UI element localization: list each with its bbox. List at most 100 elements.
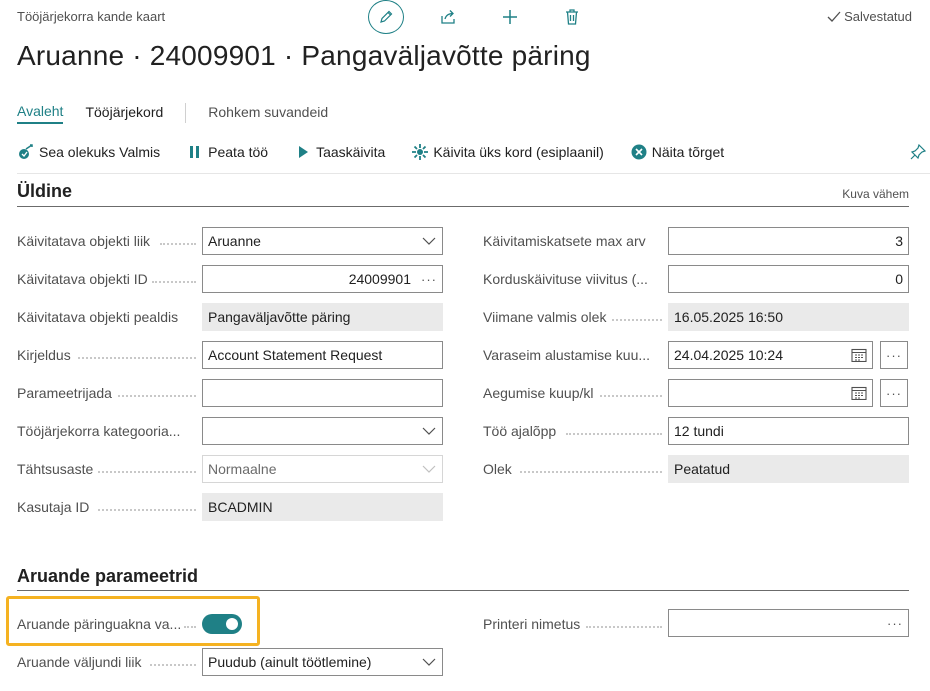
output-type-select[interactable]: Puudub (ainult töötlemine) (202, 648, 443, 676)
trash-icon (566, 9, 578, 25)
set-ready-button[interactable]: Sea olekuks Valmis (17, 143, 160, 161)
parameter-string-input[interactable] (202, 379, 443, 407)
ellipsis-icon: ··· (886, 385, 902, 401)
user-id-label: Kasutaja ID (17, 499, 90, 515)
show-less-link[interactable]: Kuva vähem (842, 187, 909, 201)
tab-job-queue[interactable]: Tööjärjekord (85, 104, 163, 123)
earliest-start-input[interactable]: 24.04.2025 10:24 (668, 341, 873, 369)
pause-label: Peata töö (208, 144, 269, 160)
dots (612, 319, 662, 321)
pause-icon (186, 143, 204, 161)
status-field: Peatatud (668, 455, 909, 483)
pause-button[interactable]: Peata töö (186, 143, 268, 161)
lookup-ellipsis-icon[interactable]: ··· (887, 616, 903, 631)
object-id-value: 24009901 (348, 271, 411, 287)
last-ready-value: 16.05.2025 16:50 (674, 309, 783, 325)
action-bar-divider (17, 173, 930, 174)
rerun-delay-label: Korduskäivituse viivitus (... (483, 271, 648, 287)
add-button[interactable] (492, 0, 528, 34)
user-id-field: BCADMIN (202, 493, 443, 521)
page-title: Aruanne · 24009901 · Pangaväljavõtte pär… (17, 40, 591, 71)
general-section-divider (17, 206, 909, 207)
dots (118, 395, 196, 397)
max-attempts-label: Käivitamiskatsete max arv (483, 233, 646, 249)
ellipsis-icon: ··· (886, 347, 902, 363)
restart-button[interactable]: Taaskäivita (294, 143, 385, 161)
tab-more-options[interactable]: Rohkem suvandeid (208, 104, 328, 123)
status-value: Peatatud (674, 461, 731, 477)
earliest-start-value: 24.04.2025 10:24 (674, 347, 783, 363)
pencil-icon (380, 10, 393, 23)
top-actions (368, 0, 616, 34)
last-ready-field: 16.05.2025 16:50 (668, 303, 909, 331)
object-caption-field: Pangaväljavõtte päring (202, 303, 443, 331)
general-section-title[interactable]: Üldine (17, 181, 72, 202)
dots (150, 664, 196, 666)
timeout-input[interactable]: 12 tundi (668, 417, 909, 445)
chevron-down-icon (421, 658, 437, 666)
dots (98, 509, 196, 511)
object-type-value: Aruanne (208, 233, 261, 249)
last-ready-label: Viimane valmis olek (483, 309, 607, 325)
tab-separator (185, 103, 187, 123)
expiration-label: Aegumise kuup/kl (483, 385, 594, 401)
dots (160, 243, 196, 245)
printer-label: Printeri nimetus (483, 616, 581, 632)
object-id-label: Käivitatava objekti ID (17, 271, 148, 287)
error-icon (630, 143, 648, 161)
save-status: Salvestatud (827, 9, 912, 24)
category-label: Tööjärjekorra kategooria... (17, 423, 181, 439)
run-once-icon (411, 143, 429, 161)
calendar-icon[interactable] (851, 348, 867, 362)
edit-button[interactable] (368, 0, 404, 34)
output-type-label: Aruande väljundi liik (17, 654, 142, 670)
timeout-label: Töö ajalõpp (483, 423, 557, 439)
expiration-more-button[interactable]: ··· (880, 379, 908, 407)
pin-button[interactable] (910, 140, 930, 164)
request-window-label: Aruande päringuakna va... (17, 616, 181, 632)
dots (586, 626, 662, 628)
play-icon (294, 143, 312, 161)
calendar-icon[interactable] (851, 386, 867, 400)
description-label: Kirjeldus (17, 347, 71, 363)
object-id-field[interactable]: 24009901 ··· (202, 265, 443, 293)
description-value: Account Statement Request (208, 347, 383, 363)
request-window-toggle[interactable] (202, 614, 242, 634)
share-icon (441, 10, 455, 24)
rerun-delay-value: 0 (895, 271, 903, 287)
chevron-down-icon (421, 465, 437, 473)
report-params-section-title[interactable]: Aruande parameetrid (17, 566, 198, 587)
earliest-start-label: Varaseim alustamise kuu... (483, 347, 651, 363)
tab-bar: Avaleht Tööjärjekord Rohkem suvandeid (17, 101, 350, 125)
share-button[interactable] (430, 0, 466, 34)
dots (520, 471, 662, 473)
object-caption-label: Käivitatava objekti pealdis (17, 309, 179, 325)
category-select[interactable] (202, 417, 443, 445)
expiration-input[interactable] (668, 379, 873, 407)
max-attempts-input[interactable]: 3 (668, 227, 909, 255)
description-input[interactable]: Account Statement Request (202, 341, 443, 369)
priority-value: Normaalne (208, 461, 277, 477)
lookup-ellipsis-icon[interactable]: ··· (421, 272, 437, 287)
rerun-delay-input[interactable]: 0 (668, 265, 909, 293)
pin-icon (910, 144, 926, 160)
dots (98, 471, 196, 473)
toggle-knob (226, 618, 238, 630)
object-caption-value: Pangaväljavõtte päring (208, 309, 351, 325)
max-attempts-value: 3 (895, 233, 903, 249)
save-status-label: Salvestatud (844, 9, 912, 24)
timeout-value: 12 tundi (674, 423, 724, 439)
printer-field[interactable]: ··· (668, 609, 909, 637)
earliest-start-more-button[interactable]: ··· (880, 341, 908, 369)
dots (566, 433, 662, 435)
delete-button[interactable] (554, 0, 590, 34)
dots (184, 626, 196, 628)
object-type-select[interactable]: Aruanne (202, 227, 443, 255)
show-errors-button[interactable]: Näita tõrget (630, 143, 724, 161)
page-caption: Tööjärjekorra kande kaart (17, 9, 166, 24)
dots (600, 395, 662, 397)
run-once-button[interactable]: Käivita üks kord (esiplaanil) (411, 143, 604, 161)
report-params-section-divider (17, 590, 909, 591)
check-icon (827, 11, 841, 22)
tab-home[interactable]: Avaleht (17, 103, 64, 124)
